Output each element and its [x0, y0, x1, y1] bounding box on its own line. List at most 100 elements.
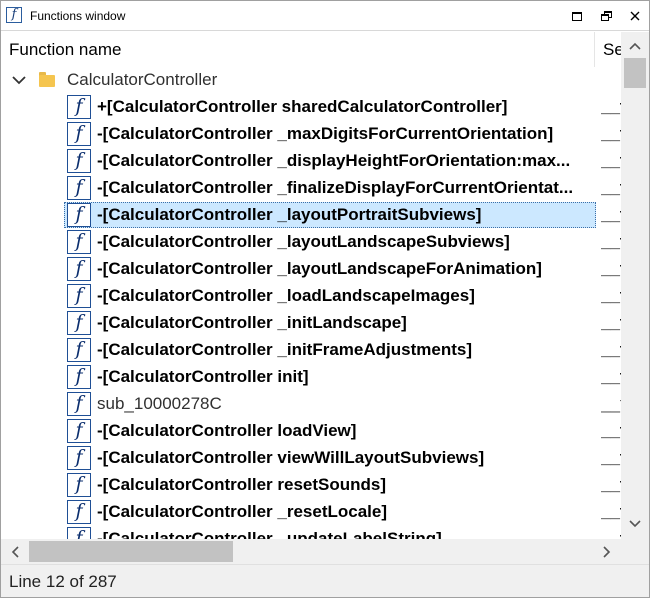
function-name: -[CalculatorController _initLandscape] — [97, 313, 407, 332]
function-row[interactable]: f -[CalculatorController _layoutLandscape… — [1, 229, 621, 256]
function-icon: f — [67, 500, 91, 524]
function-icon: f — [67, 257, 91, 281]
title-bar[interactable]: f Functions window — [1, 1, 649, 31]
function-icon: f — [67, 392, 91, 416]
function-name: -[CalculatorController resetSounds] — [97, 475, 387, 494]
scrollbar-corner — [621, 539, 649, 564]
function-segment: __t — [601, 502, 621, 521]
function-icon: f — [67, 446, 91, 470]
minimize-icon — [572, 11, 582, 21]
function-row[interactable]: f -[CalculatorController _initLandscape] _… — [1, 310, 621, 337]
close-button[interactable] — [625, 6, 645, 26]
scroll-right-button[interactable] — [597, 541, 617, 562]
restore-icon — [600, 10, 612, 22]
function-segment: __t — [601, 475, 621, 494]
function-icon: f — [67, 365, 91, 389]
folder-icon — [39, 72, 55, 87]
function-icon: f — [67, 149, 91, 173]
minimize-button[interactable] — [567, 6, 587, 26]
close-icon — [630, 11, 640, 21]
column-header: Function name Se — [1, 32, 621, 67]
vertical-scrollbar[interactable] — [621, 32, 649, 539]
status-line-count: Line 12 of 287 — [9, 572, 117, 591]
function-icon: f — [67, 95, 91, 119]
function-row[interactable]: f -[CalculatorController _displayHeightFo… — [1, 148, 621, 175]
function-icon: f — [67, 230, 91, 254]
function-row[interactable]: f -[CalculatorController _updateLabelStri… — [1, 526, 621, 539]
function-name: -[CalculatorController viewWillLayoutSub… — [97, 448, 485, 467]
function-segment: __t — [601, 151, 621, 170]
function-icon: f — [67, 176, 91, 200]
function-segment: __t — [601, 124, 621, 143]
function-icon: f — [67, 473, 91, 497]
function-segment: __t — [601, 178, 621, 197]
functions-window: f Functions window Function name Se Calc… — [0, 0, 650, 598]
function-segment: __t — [601, 259, 621, 278]
function-name: -[CalculatorController _layoutPortraitSu… — [97, 205, 482, 224]
function-row[interactable]: f -[CalculatorController init] __t — [1, 364, 621, 391]
function-segment: __t — [601, 448, 621, 467]
scroll-down-button[interactable] — [621, 514, 649, 534]
scroll-left-button[interactable] — [5, 541, 25, 562]
function-icon: f — [67, 419, 91, 443]
tree-root-row[interactable]: CalculatorController — [1, 67, 621, 94]
function-segment: __t — [601, 232, 621, 251]
function-row[interactable]: f -[CalculatorController _layoutPortraitS… — [1, 202, 621, 229]
chevron-right-icon — [603, 545, 611, 558]
horizontal-scroll-thumb[interactable] — [29, 541, 233, 562]
chevron-down-icon[interactable] — [11, 72, 27, 88]
status-bar: Line 12 of 287 — [1, 564, 649, 597]
function-row[interactable]: f -[CalculatorController _initFrameAdjust… — [1, 337, 621, 364]
function-name: -[CalculatorController init] — [97, 367, 309, 386]
function-segment: __t — [601, 97, 621, 116]
function-segment: __t — [601, 205, 621, 224]
function-icon: f — [6, 7, 22, 23]
function-segment: __t — [601, 340, 621, 359]
function-icon: f — [67, 338, 91, 362]
tree-root-label: CalculatorController — [67, 70, 218, 89]
function-row[interactable]: f -[CalculatorController _layoutLandscape… — [1, 256, 621, 283]
function-row[interactable]: f -[CalculatorController _resetLocale] __t — [1, 499, 621, 526]
function-icon: f — [67, 203, 91, 227]
function-name: -[CalculatorController _updateLabelStrin… — [97, 529, 442, 539]
function-name: -[CalculatorController _resetLocale] — [97, 502, 388, 521]
function-row[interactable]: f -[CalculatorController _finalizeDisplay… — [1, 175, 621, 202]
function-name: -[CalculatorController _initFrameAdjustm… — [97, 340, 472, 359]
function-row[interactable]: f -[CalculatorController _maxDigitsForCur… — [1, 121, 621, 148]
functions-list[interactable]: CalculatorController f +[CalculatorContro… — [1, 67, 621, 539]
function-segment: __t — [601, 286, 621, 305]
function-row[interactable]: f -[CalculatorController resetSounds] __t — [1, 472, 621, 499]
function-segment: __t — [601, 421, 621, 440]
function-icon: f — [67, 527, 91, 539]
function-row[interactable]: f +[CalculatorController sharedCalculator… — [1, 94, 621, 121]
function-row[interactable]: f sub_10000278C __t — [1, 391, 621, 418]
chevron-down-icon — [629, 520, 641, 528]
function-name: +[CalculatorController sharedCalculatorC… — [97, 97, 508, 116]
chevron-left-icon — [11, 545, 19, 558]
function-name: -[CalculatorController _maxDigitsForCurr… — [97, 124, 554, 143]
function-name: -[CalculatorController loadView] — [97, 421, 357, 440]
function-row[interactable]: f -[CalculatorController _loadLandscapeIm… — [1, 283, 621, 310]
function-name: -[CalculatorController _loadLandscapeIma… — [97, 286, 475, 305]
function-icon: f — [67, 284, 91, 308]
function-name: -[CalculatorController _layoutLandscapeS… — [97, 232, 510, 251]
scroll-up-button[interactable] — [621, 36, 649, 56]
function-name: -[CalculatorController _displayHeightFor… — [97, 151, 571, 170]
function-name: -[CalculatorController _layoutLandscapeF… — [97, 259, 542, 278]
window-title: Functions window — [30, 9, 126, 23]
function-name: sub_10000278C — [97, 394, 222, 413]
function-icon: f — [67, 311, 91, 335]
function-row[interactable]: f -[CalculatorController viewWillLayoutSu… — [1, 445, 621, 472]
function-icon: f — [67, 122, 91, 146]
column-header-segment[interactable]: Se — [595, 32, 621, 67]
restore-button[interactable] — [596, 6, 616, 26]
vertical-scroll-thumb[interactable] — [624, 58, 646, 88]
function-segment: __t — [601, 529, 621, 539]
column-header-function-name[interactable]: Function name — [1, 32, 595, 67]
horizontal-scrollbar[interactable] — [1, 539, 621, 564]
function-name: -[CalculatorController _finalizeDisplayF… — [97, 178, 574, 197]
function-segment: __t — [601, 394, 621, 413]
function-row[interactable]: f -[CalculatorController loadView] __t — [1, 418, 621, 445]
function-segment: __t — [601, 313, 621, 332]
chevron-up-icon — [629, 42, 641, 50]
